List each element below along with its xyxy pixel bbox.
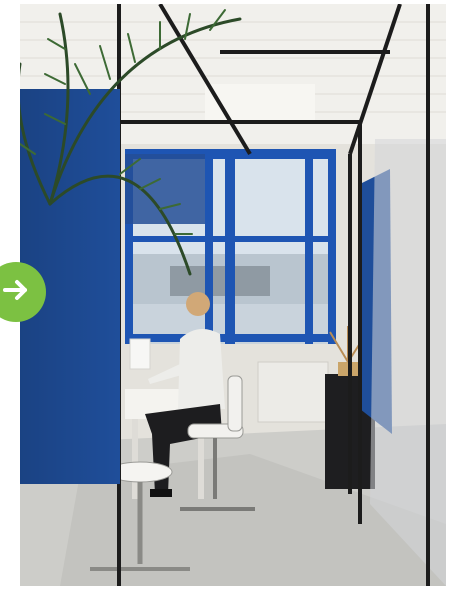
arrow-right-icon <box>1 275 31 310</box>
office-photo <box>20 4 446 586</box>
window-bank <box>125 149 336 344</box>
radiator <box>257 361 329 423</box>
